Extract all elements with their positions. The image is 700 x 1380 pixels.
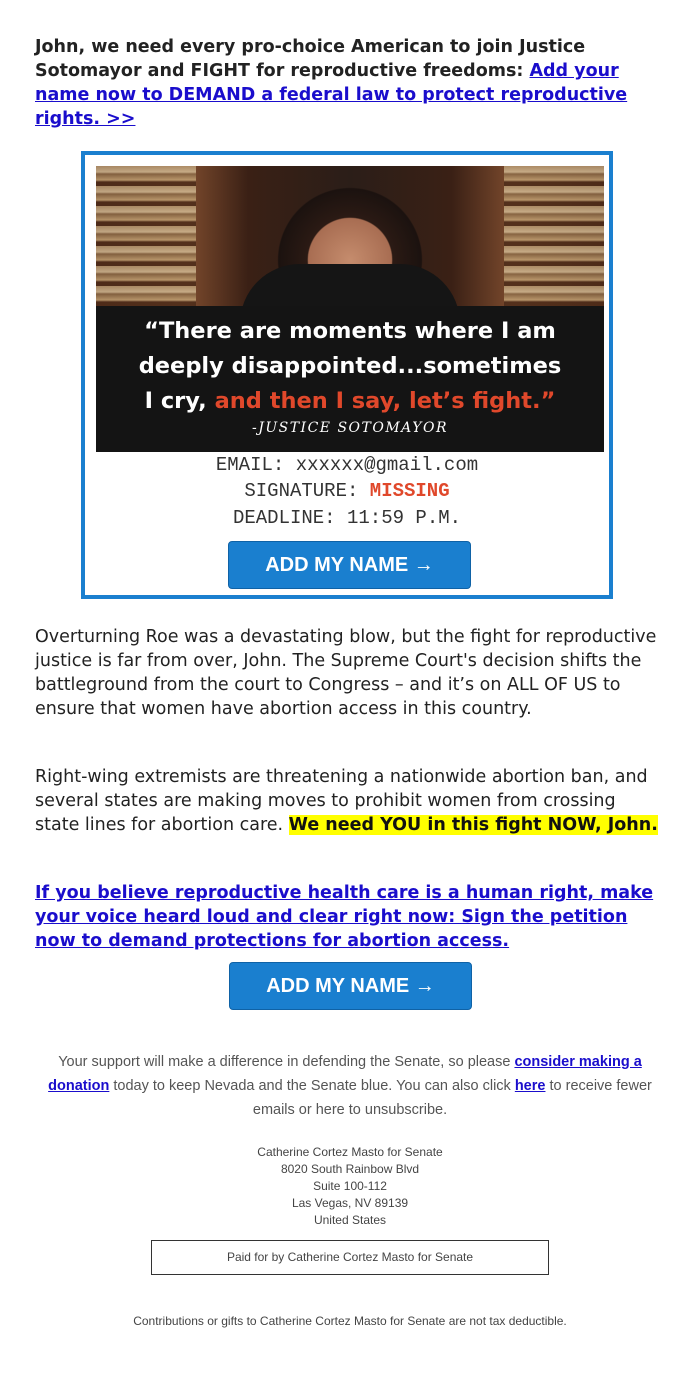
signature-status: MISSING xyxy=(369,480,450,502)
address-line-city: Las Vegas, NV 89139 xyxy=(291,1196,409,1210)
body-paragraph-1: Overturning Roe was a devastating blow, … xyxy=(35,627,657,719)
intro-text: John, we need every pro-choice American … xyxy=(35,37,586,81)
petition-card: “There are moments where I am deeply dis… xyxy=(81,151,613,599)
deadline-label: DEADLINE: xyxy=(232,507,336,529)
deadline-value: 11:59 P.M. xyxy=(347,507,462,529)
quote-line-3-red: and then I say, let’s fight.” xyxy=(214,388,556,414)
signature-label: SIGNATURE: xyxy=(244,480,359,502)
address-line-suite: Suite 100-112 xyxy=(313,1179,387,1193)
sotomayor-quote-image[interactable]: “There are moments where I am deeply dis… xyxy=(96,166,604,452)
address-line-org: Catherine Cortez Masto for Senate xyxy=(257,1145,443,1159)
fewer-emails-link[interactable]: here xyxy=(515,1078,546,1094)
quote-line-2: deeply disappointed...sometimes xyxy=(138,353,562,379)
quote-line-3-white: I cry, xyxy=(144,388,215,414)
tax-disclaimer: Contributions or gifts to Catherine Cort… xyxy=(133,1314,567,1328)
quote-line-3: I cry, and then I say, let’s fight.” xyxy=(96,384,604,419)
add-my-name-button-2[interactable]: ADD MY NAME → xyxy=(229,962,472,1010)
add-my-name-button[interactable]: ADD MY NAME → xyxy=(228,541,471,589)
quote-attribution: -JUSTICE SOTOMAYOR xyxy=(251,420,448,436)
email-label: EMAIL: xyxy=(215,454,285,476)
body-paragraph-2: Right-wing extremists are threatening a … xyxy=(35,765,665,837)
support-text-pre: Your support will make a difference in d… xyxy=(58,1054,515,1070)
quote-band: “There are moments where I am deeply dis… xyxy=(96,306,604,452)
quote-line-1: “There are moments where I am xyxy=(144,318,556,344)
intro-paragraph: John, we need every pro-choice American … xyxy=(35,35,655,131)
signature-line: SIGNATURE: MISSING xyxy=(85,480,609,502)
quote-text: “There are moments where I am deeply dis… xyxy=(96,314,604,419)
email-line: EMAIL: xxxxxx@gmail.com xyxy=(85,454,609,476)
mailing-address: Catherine Cortez Masto for Senate 8020 S… xyxy=(35,1144,665,1229)
cta-petition-link[interactable]: If you believe reproductive health care … xyxy=(35,881,665,953)
deadline-line: DEADLINE: 11:59 P.M. xyxy=(85,507,609,529)
bookshelf-right xyxy=(504,166,604,306)
support-paragraph: Your support will make a difference in d… xyxy=(35,1050,665,1122)
address-line-country: United States xyxy=(313,1213,387,1227)
photo-background xyxy=(96,166,604,332)
support-text-mid: today to keep Nevada and the Senate blue… xyxy=(109,1078,515,1094)
email-value: xxxxxx@gmail.com xyxy=(295,454,479,476)
bookshelf-left xyxy=(96,166,196,306)
highlighted-callout: We need YOU in this fight NOW, John. xyxy=(288,815,658,835)
address-line-street: 8020 South Rainbow Blvd xyxy=(280,1162,420,1176)
paid-for-box: Paid for by Catherine Cortez Masto for S… xyxy=(151,1240,549,1275)
